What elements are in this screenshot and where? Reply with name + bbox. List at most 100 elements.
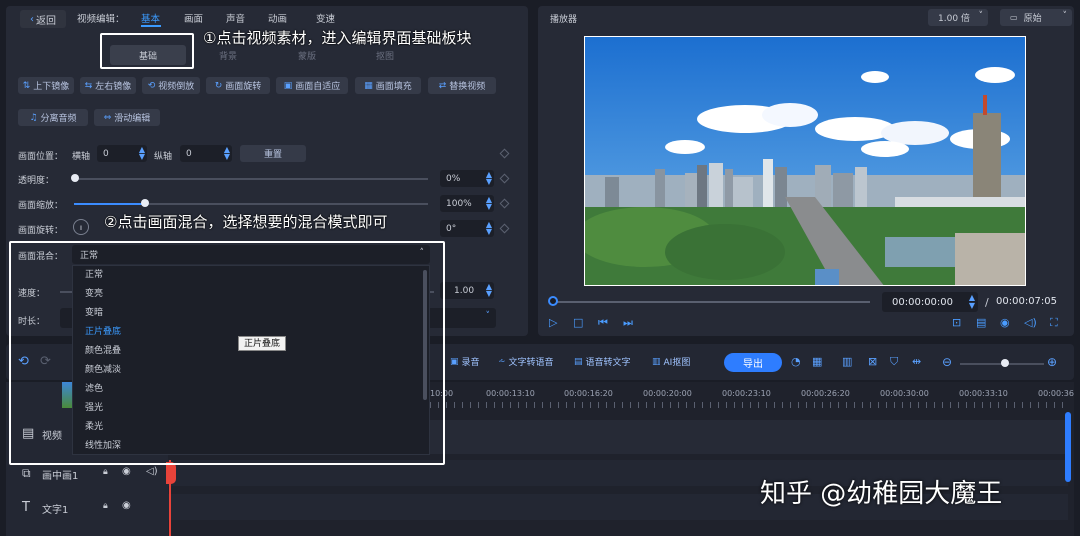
rotate-icon: ↻ bbox=[214, 80, 223, 91]
text-to-speech-label: 文字转语音 bbox=[508, 358, 554, 368]
video-preview[interactable] bbox=[584, 36, 1026, 286]
player-speed-select[interactable]: 1.00 倍 ˅ bbox=[928, 9, 988, 26]
crop-icon[interactable]: ⊡ bbox=[952, 316, 961, 329]
timeline-tick: 00:00:23:10 bbox=[722, 389, 771, 398]
y-axis-value: 0 bbox=[186, 148, 192, 159]
zoom-out-icon[interactable]: ⊖ bbox=[942, 355, 952, 369]
fullscreen-icon[interactable]: ⛶ bbox=[1050, 316, 1058, 330]
record-button[interactable]: ▣ 录音 bbox=[450, 355, 480, 369]
volume-icon[interactable]: ◁) bbox=[1024, 316, 1037, 329]
play-icon[interactable]: ▷ bbox=[549, 316, 557, 329]
chevron-down-icon: ˅ bbox=[485, 311, 491, 321]
speed-input[interactable]: 1.00 ▲ ▼ bbox=[440, 282, 494, 299]
rotate-value: 0° bbox=[446, 223, 457, 234]
playhead-handle[interactable] bbox=[166, 462, 176, 484]
opacity-knob[interactable] bbox=[71, 174, 79, 182]
record-label: 录音 bbox=[461, 358, 480, 368]
rotate-angle-label: 画面旋转： bbox=[18, 226, 64, 236]
slide-edit-button[interactable]: ⇔ 滑动编辑 bbox=[94, 109, 160, 126]
text-icon: T bbox=[22, 500, 30, 515]
ai-matting-button[interactable]: ▥ AI抠图 bbox=[652, 355, 691, 369]
scale-input[interactable]: 100% ▲ ▼ bbox=[440, 195, 494, 212]
back-button[interactable]: ‹ 返回 bbox=[20, 10, 66, 28]
prev-frame-icon[interactable]: ⏮ bbox=[598, 316, 608, 330]
subtab-mask[interactable]: 蒙版 bbox=[298, 49, 316, 62]
export-button[interactable]: 导出 bbox=[724, 353, 782, 372]
flip-vertical-icon: ⇅ bbox=[22, 80, 31, 91]
lock-icon[interactable]: 🔒︎ bbox=[103, 467, 108, 477]
player-ratio-select[interactable]: ▭ 原始 ˅ bbox=[1000, 9, 1072, 26]
ai-matting-icon: ▥ bbox=[652, 356, 661, 367]
x-axis-input[interactable]: 0 ▲ ▼ bbox=[97, 145, 147, 162]
fill-button[interactable]: ▦ 画面填充 bbox=[355, 77, 421, 94]
spinner-icon[interactable]: ▲ ▼ bbox=[139, 146, 145, 161]
subtab-matting[interactable]: 抠图 bbox=[376, 49, 394, 62]
clip-icon[interactable]: ▥ bbox=[842, 355, 852, 368]
stop-icon[interactable]: □ bbox=[573, 316, 583, 329]
rotate-button[interactable]: ↻ 画面旋转 bbox=[206, 77, 270, 94]
spinner-icon[interactable]: ▲ ▼ bbox=[486, 283, 492, 298]
speed-gauge-icon[interactable]: ◔ bbox=[791, 355, 801, 368]
player-progress-track[interactable] bbox=[552, 301, 870, 303]
reset-label: 重置 bbox=[263, 150, 282, 160]
ai-matting-label: AI抠图 bbox=[663, 358, 691, 368]
timeline-tick: 00:00:36 bbox=[1038, 389, 1074, 398]
fill-icon: ▦ bbox=[364, 80, 373, 91]
camera-icon[interactable]: ◉ bbox=[1000, 316, 1010, 329]
y-axis-input[interactable]: 0 ▲ ▼ bbox=[180, 145, 232, 162]
tab-animation[interactable]: 动画 bbox=[268, 11, 287, 25]
shield-icon[interactable]: ⛉ bbox=[890, 355, 898, 369]
spinner-icon[interactable]: ▲ ▼ bbox=[486, 221, 492, 236]
current-time-field[interactable]: 00:00:00:00 ▲ ▼ bbox=[882, 292, 978, 312]
spinner-icon[interactable]: ▲ ▼ bbox=[486, 171, 492, 186]
pip-icon: ⧉ bbox=[22, 466, 31, 480]
split-icon[interactable]: ▦ bbox=[812, 355, 822, 368]
speaker-icon[interactable]: ◁) bbox=[146, 466, 158, 477]
text-to-speech-button[interactable]: ⩪ 文字转语音 bbox=[498, 355, 554, 369]
opacity-slider[interactable] bbox=[74, 178, 428, 180]
screen-icon: ▭ bbox=[1010, 13, 1018, 22]
scale-knob[interactable] bbox=[140, 199, 149, 207]
flip-horizontal-button[interactable]: ⇆ 左右镜像 bbox=[80, 77, 136, 94]
lock-icon[interactable]: 🔒︎ bbox=[103, 501, 108, 511]
auto-fit-button[interactable]: ▣ 画面自适应 bbox=[276, 77, 348, 94]
spinner-icon[interactable]: ▲ ▼ bbox=[969, 294, 975, 310]
separate-audio-button[interactable]: ♫ 分离音频 bbox=[18, 109, 88, 126]
separate-audio-label: 分离音频 bbox=[40, 114, 77, 124]
rotate-dial-icon[interactable]: ı bbox=[73, 219, 89, 235]
reset-button[interactable]: 重置 bbox=[240, 145, 306, 162]
opacity-input[interactable]: 0% ▲ ▼ bbox=[440, 170, 494, 187]
next-frame-icon[interactable]: ⏭ bbox=[623, 316, 633, 330]
timeline-tick: 00:00:33:10 bbox=[959, 389, 1008, 398]
annotation-step2: ②点击画面混合，选择想要的混合模式即可 bbox=[104, 213, 388, 231]
section-label: 视频编辑： bbox=[77, 14, 125, 25]
spinner-icon[interactable]: ▲ ▼ bbox=[224, 146, 230, 161]
replace-icon: ⇄ bbox=[438, 80, 447, 91]
tab-speed[interactable]: 变速 bbox=[316, 11, 335, 25]
microphone-icon: ▣ bbox=[450, 356, 459, 367]
tab-basic[interactable]: 基本 bbox=[141, 11, 160, 25]
player-speed-value: 1.00 倍 bbox=[938, 14, 970, 24]
flip-vertical-button[interactable]: ⇅ 上下镜像 bbox=[18, 77, 74, 94]
fit-track-icon[interactable]: ⇹ bbox=[912, 355, 921, 368]
speech-to-text-button[interactable]: ▤ 语音转文字 bbox=[574, 355, 631, 369]
rotate-input[interactable]: 0° ▲ ▼ bbox=[440, 220, 494, 237]
tab-picture[interactable]: 画面 bbox=[184, 11, 203, 25]
eye-icon[interactable]: ◉ bbox=[122, 466, 131, 477]
zoom-in-icon[interactable]: ⊕ bbox=[1047, 355, 1057, 369]
eye-icon[interactable]: ◉ bbox=[122, 500, 131, 511]
subtab-background[interactable]: 背景 bbox=[219, 49, 237, 62]
spinner-icon[interactable]: ▲ ▼ bbox=[486, 196, 492, 211]
zoom-knob[interactable] bbox=[1001, 359, 1009, 367]
chevron-left-icon: ‹ bbox=[30, 13, 34, 25]
subtitle-icon[interactable]: ▤ bbox=[976, 316, 986, 329]
annotation-step1: ①点击视频素材，进入编辑界面基础板块 bbox=[203, 29, 472, 47]
player-progress-knob[interactable] bbox=[548, 296, 558, 306]
timeline-scrollbar[interactable] bbox=[1065, 412, 1071, 482]
replace-video-button[interactable]: ⇄ 替换视频 bbox=[428, 77, 496, 94]
timeline-ruler bbox=[430, 402, 1070, 408]
freeze-icon[interactable]: ⊠ bbox=[868, 355, 877, 368]
audio-icon: ♫ bbox=[29, 112, 38, 123]
reverse-video-button[interactable]: ⟲ 视频倒放 bbox=[142, 77, 200, 94]
tab-sound[interactable]: 声音 bbox=[226, 11, 245, 25]
